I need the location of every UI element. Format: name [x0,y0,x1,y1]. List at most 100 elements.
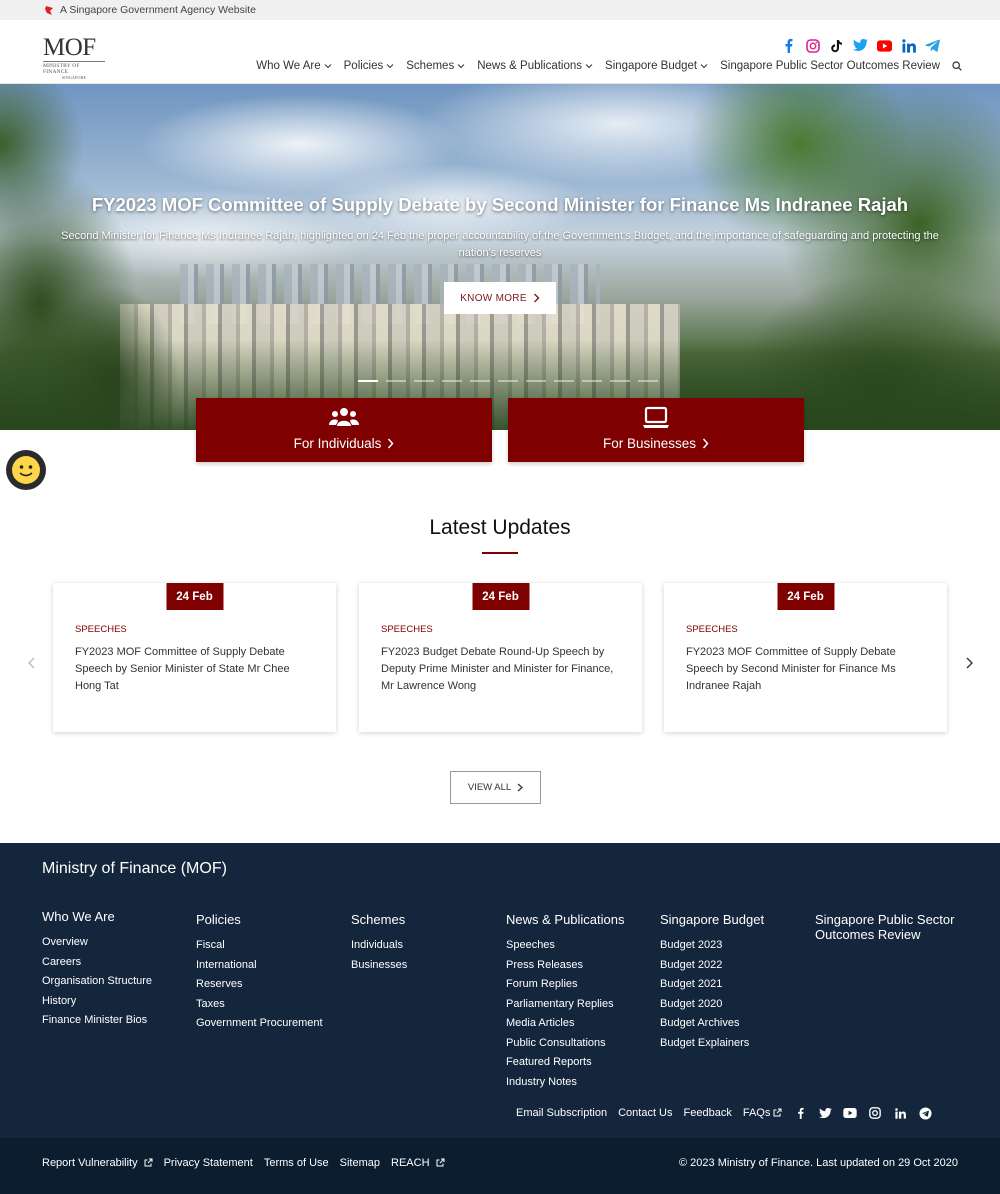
footer-link[interactable]: International [196,959,346,973]
for-businesses-button[interactable]: For Businesses [508,398,804,462]
footer-link[interactable]: Press Releases [506,959,656,973]
carousel-dot[interactable] [498,380,518,382]
update-card[interactable]: 24 Feb SPEECHES FY2023 MOF Committee of … [664,583,947,732]
nav-who-we-are[interactable]: Who We Are [256,60,331,72]
update-card[interactable]: 24 Feb SPEECHES FY2023 MOF Committee of … [53,583,336,732]
nav-outcomes-review[interactable]: Singapore Public Sector Outcomes Review [720,60,940,72]
for-individuals-button[interactable]: For Individuals [196,398,492,462]
carousel-dot[interactable] [358,380,378,382]
view-all-button[interactable]: VIEW ALL [450,771,541,804]
faqs-label: FAQs [742,1107,771,1119]
footer-link[interactable]: Individuals [351,939,501,953]
footer-link[interactable]: Budget Explainers [660,1037,810,1051]
twitter-icon[interactable] [853,38,868,53]
chevron-right-icon [388,438,394,449]
chevron-left-icon[interactable] [26,655,38,671]
carousel-dot[interactable] [582,380,602,382]
footer-link[interactable]: Budget 2023 [660,939,810,953]
nav-label: Singapore Budget [605,60,698,72]
faqs-link[interactable]: FAQs [743,1107,783,1119]
hero-title: FY2023 MOF Committee of Supply Debate by… [91,194,909,215]
instagram-icon[interactable] [868,1106,882,1120]
youtube-icon[interactable] [843,1106,858,1120]
chevron-right-icon[interactable] [963,655,975,671]
youtube-icon[interactable] [877,38,892,53]
carousel-dot[interactable] [442,380,462,382]
footer-link[interactable]: History [42,995,192,1009]
card-title[interactable]: FY2023 Budget Debate Round-Up Speech by … [381,644,621,695]
heading-underline [482,552,518,554]
footer-link[interactable]: Finance Minister Bios [42,1014,192,1028]
carousel-dot[interactable] [414,380,434,382]
email-subscription-link[interactable]: Email Subscription [516,1107,607,1119]
footer-col-heading[interactable]: Singapore Budget [660,912,810,927]
instagram-icon[interactable] [805,38,820,53]
footer-col-heading[interactable]: Policies [196,912,346,927]
footer-link[interactable]: Organisation Structure [42,975,192,989]
footer-link[interactable]: Budget 2020 [660,998,810,1012]
footer-link[interactable]: Businesses [351,959,501,973]
telegram-icon[interactable] [918,1106,932,1120]
feedback-smiley-button[interactable] [6,450,46,490]
nav-schemes[interactable]: Schemes [406,60,465,72]
latest-updates-heading: Latest Updates [429,516,571,539]
footer-link[interactable]: Reserves [196,978,346,992]
card-title[interactable]: FY2023 MOF Committee of Supply Debate Sp… [75,644,315,695]
carousel-dot[interactable] [610,380,630,382]
facebook-icon[interactable] [781,38,796,53]
footer-link[interactable]: Budget Archives [660,1017,810,1031]
footer-link[interactable]: Budget 2021 [660,978,810,992]
carousel-dot[interactable] [386,380,406,382]
footer-col-heading[interactable]: Who We Are [42,909,192,924]
footer-col-heading[interactable]: Schemes [351,912,501,927]
telegram-icon[interactable] [925,38,940,53]
footer-link[interactable]: Featured Reports [506,1056,656,1070]
contact-us-link[interactable]: Contact Us [618,1107,672,1119]
carousel-dot[interactable] [470,380,490,382]
footer-col-heading[interactable]: News & Publications [506,912,656,927]
footer-link[interactable]: Parliamentary Replies [506,998,656,1012]
nav-news-publications[interactable]: News & Publications [477,60,593,72]
reach-link[interactable]: REACH [391,1157,445,1169]
card-date: 24 Feb [777,583,834,610]
carousel-dot[interactable] [554,380,574,382]
footer-link[interactable]: Budget 2022 [660,959,810,973]
know-more-button[interactable]: KNOW MORE [444,282,556,314]
twitter-icon[interactable] [818,1106,832,1120]
mof-logo[interactable]: MOF MINISTRY OF FINANCE SINGAPORE [43,35,105,80]
nav-label: Schemes [406,60,455,72]
for-individuals-label: For Individuals [293,436,382,451]
terms-of-use-link[interactable]: Terms of Use [264,1157,329,1169]
footer-col-budget: Singapore Budget Budget 2023 Budget 2022… [660,912,810,1056]
footer-link[interactable]: Public Consultations [506,1037,656,1051]
facebook-icon[interactable] [793,1106,807,1120]
privacy-statement-link[interactable]: Privacy Statement [164,1157,253,1169]
card-title[interactable]: FY2023 MOF Committee of Supply Debate Sp… [686,644,926,695]
footer-col-schemes: Schemes Individuals Businesses [351,912,501,978]
carousel-dot[interactable] [638,380,658,382]
nav-singapore-budget[interactable]: Singapore Budget [605,60,708,72]
footer-link[interactable]: Speeches [506,939,656,953]
card-category: SPEECHES [75,624,127,635]
footer-link[interactable]: Forum Replies [506,978,656,992]
report-vulnerability-link[interactable]: Report Vulnerability [42,1157,153,1169]
nav-policies[interactable]: Policies [344,60,395,72]
carousel-dot[interactable] [526,380,546,382]
footer-link[interactable]: Taxes [196,998,346,1012]
linkedin-icon[interactable] [893,1106,907,1120]
footer-link[interactable]: Overview [42,936,192,950]
footer-link[interactable]: Government Procurement [196,1017,346,1031]
linkedin-icon[interactable] [901,38,916,53]
update-card[interactable]: 24 Feb SPEECHES FY2023 Budget Debate Rou… [359,583,642,732]
footer-link[interactable]: Careers [42,956,192,970]
footer-col-heading[interactable]: Singapore Public Sector Outcomes Review [815,912,965,942]
chevron-down-icon [585,64,593,69]
footer-link[interactable]: Fiscal [196,939,346,953]
footer-link[interactable]: Media Articles [506,1017,656,1031]
sitemap-link[interactable]: Sitemap [340,1157,380,1169]
tiktok-icon[interactable] [829,38,844,53]
footer-link[interactable]: Industry Notes [506,1076,656,1090]
users-icon [329,408,359,426]
feedback-link[interactable]: Feedback [684,1107,732,1119]
search-icon[interactable] [952,61,962,71]
